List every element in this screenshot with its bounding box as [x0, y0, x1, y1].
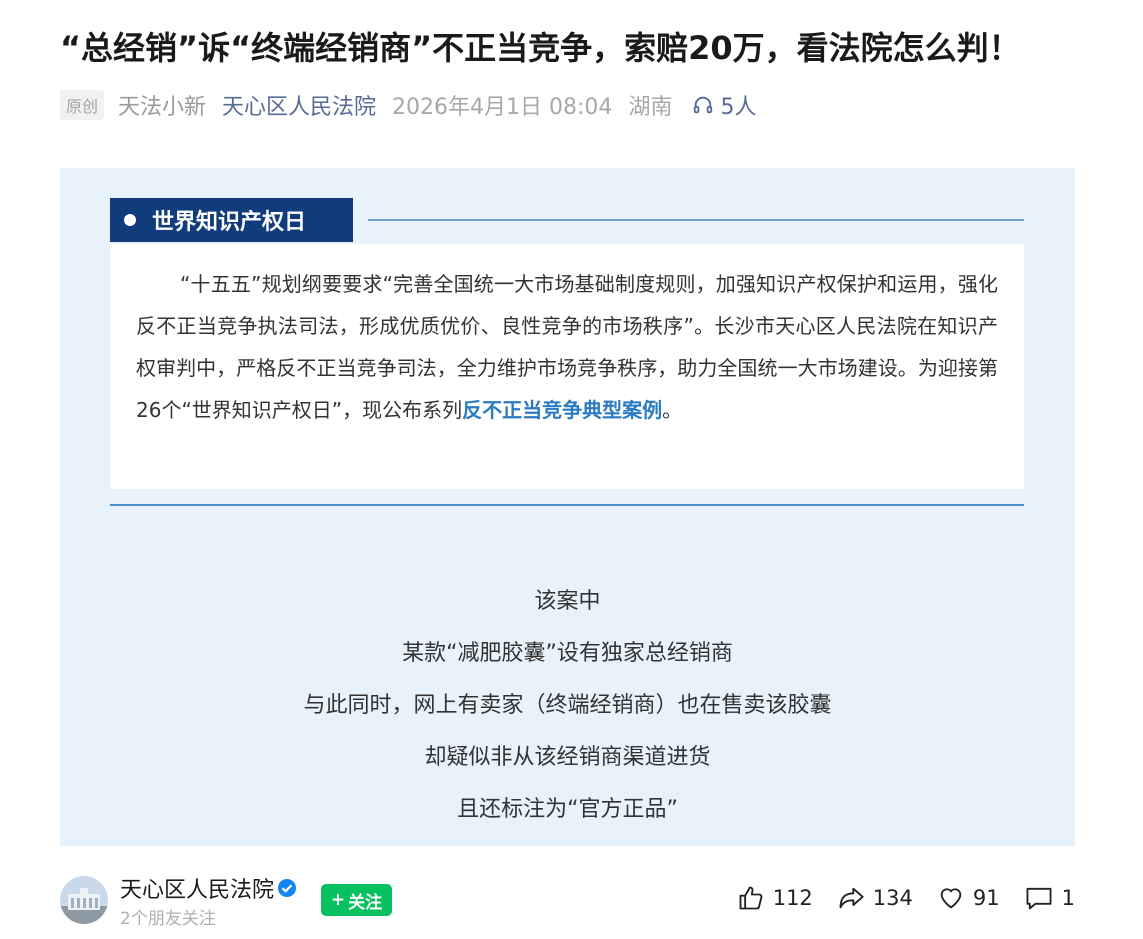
article-meta: 原创 天法小新 天心区人民法院 2026年4月1日 08:04 湖南 5人 — [60, 88, 756, 122]
share-icon — [839, 887, 864, 909]
section-heading-label: 世界知识产权日 — [152, 210, 307, 235]
case-line: 与此同时，网上有卖家（终端经销商）也在售卖该胶囊 — [303, 693, 832, 718]
case-summary: 该案中 某款“减肥胶囊”设有独家总经销商 与此同时，网上有卖家（终端经销商）也在… — [60, 576, 1075, 836]
comment-button[interactable]: 1 — [1024, 884, 1075, 912]
headphones-icon — [694, 96, 713, 114]
verified-badge-icon — [278, 879, 297, 897]
section-divider — [368, 219, 1024, 221]
footer-account-name: 天心区人民法院 — [120, 878, 275, 903]
case-line: 却疑似非从该经销商渠道进货 — [424, 745, 711, 770]
content-panel: 世界知识产权日 “十五五”规划纲要要求“完善全国统一大市场基础制度规则，加强知识… — [60, 168, 1075, 846]
follow-button-label: 关注 — [348, 892, 383, 913]
comment-count: 1 — [1061, 886, 1075, 910]
listen-button[interactable]: 5人 — [692, 89, 756, 121]
bullet-dot-icon — [124, 214, 136, 226]
listener-count: 5人 — [720, 95, 757, 120]
case-line: 且还标注为“官方正品” — [457, 797, 678, 822]
case-line: 该案中 — [534, 589, 601, 614]
avatar[interactable] — [60, 876, 108, 924]
friends-following: 2个朋友关注 — [120, 909, 216, 929]
intro-ending: 。 — [662, 398, 683, 422]
case-line: 某款“减肥胶囊”设有独家总经销商 — [402, 641, 733, 666]
like-button[interactable]: 112 — [737, 884, 813, 912]
plus-icon: + — [330, 890, 346, 910]
share-button[interactable]: 134 — [837, 884, 913, 912]
follow-button[interactable]: + 关注 — [321, 884, 392, 916]
account-link[interactable]: 天心区人民法院 — [222, 89, 376, 121]
author-name: 天法小新 — [118, 95, 207, 120]
publish-region: 湖南 — [628, 95, 673, 120]
article-title: “总经销”诉“终端经销商”不正当竞争，索赔20万，看法院怎么判！ — [60, 29, 1021, 67]
heart-icon — [940, 888, 962, 909]
intro-card: “十五五”规划纲要要求“完善全国统一大市场基础制度规则，加强知识产权保护和运用，… — [110, 244, 1024, 489]
favorite-button[interactable]: 91 — [937, 884, 1000, 912]
section-heading: 世界知识产权日 — [110, 198, 353, 242]
card-divider — [110, 504, 1024, 506]
publish-datetime: 2026年4月1日 08:04 — [392, 95, 613, 120]
footer-bar: 天心区人民法院 2个朋友关注 + 关注 112 134 91 1 — [60, 870, 1075, 930]
favorite-count: 91 — [972, 886, 1000, 910]
thumbs-up-icon — [739, 886, 763, 910]
original-tag: 原创 — [60, 90, 105, 120]
share-count: 134 — [872, 886, 913, 910]
comment-icon — [1026, 887, 1052, 910]
footer-account[interactable]: 天心区人民法院 — [120, 872, 297, 904]
like-count: 112 — [772, 886, 813, 910]
intro-highlight-link[interactable]: 反不正当竞争典型案例 — [462, 398, 662, 422]
action-bar: 112 134 91 1 — [713, 884, 1075, 912]
